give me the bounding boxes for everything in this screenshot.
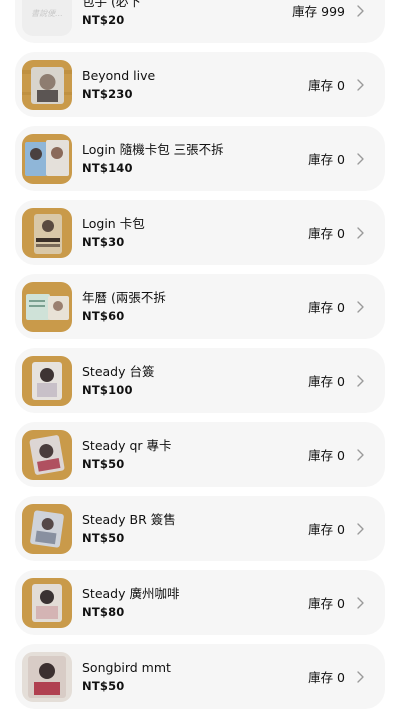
product-row[interactable]: 年曆 (兩張不拆 NT$60 庫存 0 (15, 274, 385, 339)
product-name: Steady qr 專卡 (82, 438, 172, 453)
product-name: Steady 台簽 (82, 364, 155, 379)
product-stock: 庫存 0 (308, 226, 345, 241)
product-thumbnail (22, 59, 72, 110)
chevron-right-icon[interactable] (353, 374, 367, 388)
product-name: 年曆 (兩張不拆 (82, 290, 166, 305)
product-stock: 庫存 0 (308, 670, 345, 685)
chevron-right-icon[interactable] (353, 4, 367, 18)
product-name: Steady 廣州咖啡 (82, 586, 180, 601)
product-thumbnail (22, 281, 72, 332)
product-price: NT$50 (82, 679, 125, 693)
product-row[interactable]: Songbird mmt NT$50 庫存 0 (15, 644, 385, 709)
product-row[interactable]: Steady 廣州咖啡 NT$80 庫存 0 (15, 570, 385, 635)
product-price: NT$140 (82, 161, 133, 175)
product-row[interactable]: Login 卡包 NT$30 庫存 0 (15, 200, 385, 265)
product-thumbnail (22, 355, 72, 406)
chevron-right-icon[interactable] (353, 78, 367, 92)
product-stock: 庫存 0 (308, 78, 345, 93)
product-thumbnail (22, 503, 72, 554)
product-row[interactable]: Steady qr 專卡 NT$50 庫存 0 (15, 422, 385, 487)
product-row[interactable]: Steady BR 簽售 NT$50 庫存 0 (15, 496, 385, 561)
product-stock: 庫存 0 (308, 596, 345, 611)
product-name: Beyond live (82, 68, 156, 83)
product-thumbnail (22, 651, 72, 702)
chevron-right-icon[interactable] (353, 596, 367, 610)
product-thumbnail-placeholder: 書說便... (22, 0, 72, 36)
product-stock: 庫存 0 (308, 522, 345, 537)
product-price: NT$230 (82, 87, 133, 101)
product-price: NT$100 (82, 383, 133, 397)
product-row[interactable]: Login 隨機卡包 三張不拆 NT$140 庫存 0 (15, 126, 385, 191)
product-list: 書說便... 包手 (必下 NT$20 庫存 999 Beyond live N (0, 0, 400, 718)
placeholder-text: 書說便... (31, 9, 63, 18)
product-thumbnail (22, 133, 72, 184)
product-stock: 庫存 999 (292, 4, 345, 19)
product-row[interactable]: 書說便... 包手 (必下 NT$20 庫存 999 (15, 0, 385, 43)
product-row[interactable]: Steady 台簽 NT$100 庫存 0 (15, 348, 385, 413)
product-price: NT$50 (82, 457, 125, 471)
product-name: Login 卡包 (82, 216, 145, 231)
chevron-right-icon[interactable] (353, 670, 367, 684)
chevron-right-icon[interactable] (353, 522, 367, 536)
product-stock: 庫存 0 (308, 448, 345, 463)
product-price: NT$80 (82, 605, 125, 619)
product-row[interactable]: Beyond live NT$230 庫存 0 (15, 52, 385, 117)
product-stock: 庫存 0 (308, 300, 345, 315)
product-name: 包手 (必下 (82, 0, 141, 9)
product-name: Songbird mmt (82, 660, 171, 675)
chevron-right-icon[interactable] (353, 448, 367, 462)
product-thumbnail (22, 577, 72, 628)
chevron-right-icon[interactable] (353, 226, 367, 240)
product-name: Login 隨機卡包 三張不拆 (82, 142, 224, 157)
chevron-right-icon[interactable] (353, 300, 367, 314)
product-name: Steady BR 簽售 (82, 512, 176, 527)
product-stock: 庫存 0 (308, 152, 345, 167)
product-price: NT$60 (82, 309, 125, 323)
product-thumbnail (22, 207, 72, 258)
product-price: NT$30 (82, 235, 125, 249)
chevron-right-icon[interactable] (353, 152, 367, 166)
product-thumbnail (22, 429, 72, 480)
product-price: NT$50 (82, 531, 125, 545)
product-price: NT$20 (82, 13, 125, 27)
product-stock: 庫存 0 (308, 374, 345, 389)
